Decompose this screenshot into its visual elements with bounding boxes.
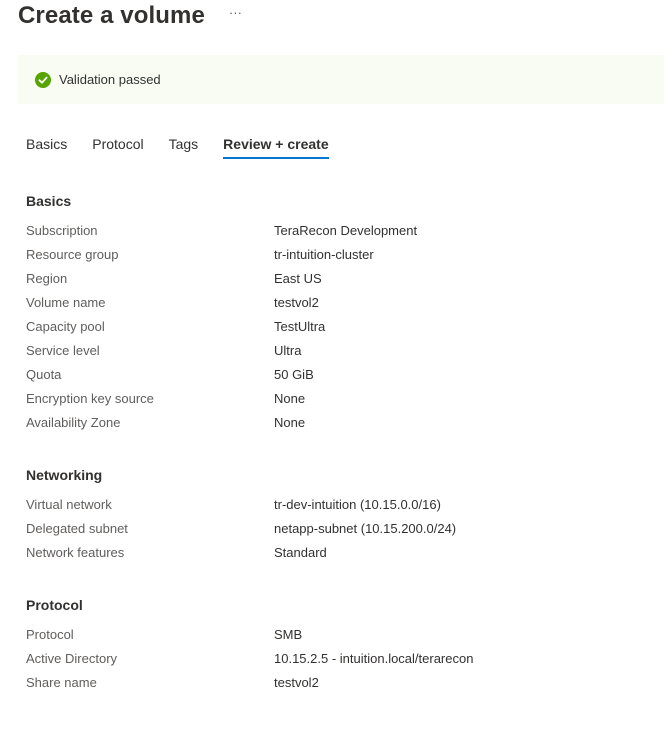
validation-message: Validation passed	[59, 72, 161, 87]
row-value: testvol2	[274, 295, 319, 310]
summary-row: Share name testvol2	[26, 671, 646, 695]
networking-section: Networking Virtual network tr-dev-intuit…	[26, 463, 646, 565]
summary-row: Region East US	[26, 267, 646, 291]
row-label: Availability Zone	[26, 415, 121, 430]
row-label: Active Directory	[26, 651, 118, 666]
summary-row: Service level Ultra	[26, 339, 646, 363]
page-title: Create a volume	[18, 2, 205, 29]
tab-tags[interactable]: Tags	[169, 130, 199, 160]
row-label: Subscription	[26, 223, 98, 238]
summary-row: Encryption key source None	[26, 387, 646, 411]
summary-row: Capacity pool TestUltra	[26, 315, 646, 339]
row-value: TeraRecon Development	[274, 223, 418, 238]
summary-row: Protocol SMB	[26, 623, 646, 647]
section-title: Networking	[26, 467, 103, 483]
summary-row: Volume name testvol2	[26, 291, 646, 315]
tab-basics[interactable]: Basics	[26, 130, 67, 160]
summary-row: Virtual network tr-dev-intuition (10.15.…	[26, 493, 646, 517]
section-title: Basics	[26, 193, 72, 209]
row-label: Protocol	[26, 627, 74, 642]
row-value: Standard	[274, 545, 327, 560]
row-label: Resource group	[26, 247, 119, 262]
summary-row: Delegated subnet netapp-subnet (10.15.20…	[26, 517, 646, 541]
tab-protocol[interactable]: Protocol	[92, 130, 143, 160]
row-label: Share name	[26, 675, 97, 690]
row-value: TestUltra	[274, 319, 326, 334]
summary-row: Active Directory 10.15.2.5 - intuition.l…	[26, 647, 646, 671]
wizard-tabs: Basics Protocol Tags Review + create	[26, 130, 354, 162]
protocol-section: Protocol Protocol SMB Active Directory 1…	[26, 593, 646, 695]
row-value: SMB	[274, 627, 303, 642]
row-value: tr-dev-intuition (10.15.0.0/16)	[274, 497, 441, 512]
summary-row: Subscription TeraRecon Development	[26, 219, 646, 243]
row-label: Service level	[26, 343, 100, 358]
validation-banner: Validation passed	[18, 55, 664, 104]
summary-rows: Virtual network tr-dev-intuition (10.15.…	[26, 493, 646, 565]
checkmark-circle-icon	[35, 71, 51, 88]
summary-rows: Protocol SMB Active Directory 10.15.2.5 …	[26, 623, 646, 695]
tab-review-create[interactable]: Review + create	[223, 130, 330, 160]
row-value: 50 GiB	[274, 367, 314, 382]
basics-section: Basics Subscription TeraRecon Developmen…	[26, 189, 646, 435]
row-label: Capacity pool	[26, 319, 105, 334]
row-label: Network features	[26, 545, 125, 560]
row-value: netapp-subnet (10.15.200.0/24)	[274, 521, 457, 536]
summary-row: Resource group tr-intuition-cluster	[26, 243, 646, 267]
summary-row: Quota 50 GiB	[26, 363, 646, 387]
row-label: Region	[26, 271, 68, 286]
row-label: Quota	[26, 367, 62, 382]
title-row: Create a volume ···	[18, 0, 242, 32]
row-label: Virtual network	[26, 497, 112, 512]
summary-row: Availability Zone None	[26, 411, 646, 435]
row-value: None	[274, 415, 306, 430]
row-label: Encryption key source	[26, 391, 154, 406]
row-value: 10.15.2.5 - intuition.local/terarecon	[274, 651, 474, 666]
row-value: tr-intuition-cluster	[274, 247, 374, 262]
more-options-button[interactable]: ···	[229, 0, 242, 28]
summary-row: Network features Standard	[26, 541, 646, 565]
row-label: Volume name	[26, 295, 106, 310]
summary-rows: Subscription TeraRecon Development Resou…	[26, 219, 646, 435]
row-label: Delegated subnet	[26, 521, 128, 536]
row-value: East US	[274, 271, 322, 286]
row-value: Ultra	[274, 343, 302, 358]
section-title: Protocol	[26, 597, 83, 613]
create-volume-page: Create a volume ··· Validation passed Ba…	[0, 0, 664, 751]
row-value: testvol2	[274, 675, 319, 690]
row-value: None	[274, 391, 306, 406]
